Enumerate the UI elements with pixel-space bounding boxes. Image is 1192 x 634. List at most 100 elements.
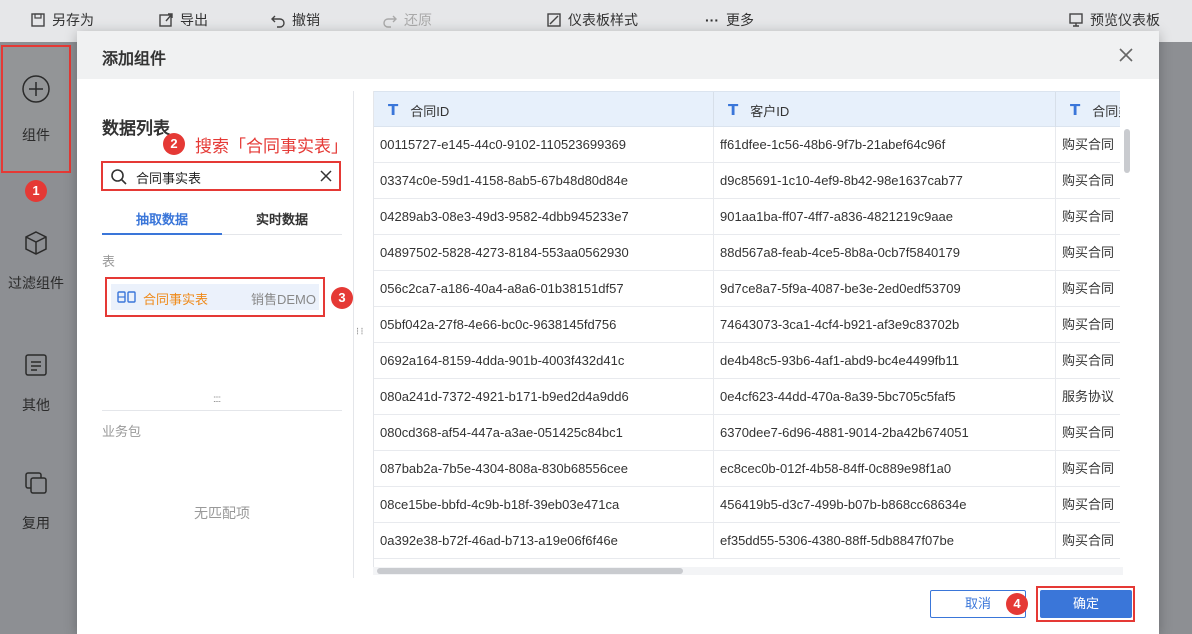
export-button[interactable]: 导出: [158, 9, 208, 31]
table-cell: 服务协议: [1056, 379, 1120, 415]
table-cell: 080cd368-af54-447a-a3ae-051425c84bc1: [374, 415, 714, 451]
dialog-header: 添加组件: [77, 31, 1159, 79]
palette-icon: [546, 12, 562, 28]
section-package-label: 业务包: [102, 424, 142, 439]
step-2-annotation: 搜索「合同事实表」: [195, 137, 348, 156]
text-type-icon: T: [388, 101, 399, 119]
ellipsis-icon: ···: [705, 12, 719, 28]
confirm-button[interactable]: 确定: [1040, 590, 1132, 618]
dashboard-style-button[interactable]: 仪表板样式: [546, 9, 638, 31]
table-cell: 购买合同: [1056, 307, 1120, 343]
table-row[interactable]: 03374c0e-59d1-4158-8ab5-67b48d80d84e d9c8…: [374, 163, 1120, 199]
data-source-tabs: 抽取数据 实时数据: [102, 203, 342, 235]
table-row[interactable]: 087bab2a-7b5e-4304-808a-830b68556cee ec8c…: [374, 451, 1120, 487]
save-as-label: 另存为: [52, 12, 94, 28]
table-cell: 087bab2a-7b5e-4304-808a-830b68556cee: [374, 451, 714, 487]
table-row[interactable]: 080cd368-af54-447a-a3ae-051425c84bc1 6370…: [374, 415, 1120, 451]
table-cell: 购买合同: [1056, 523, 1120, 559]
table-row[interactable]: 04289ab3-08e3-49d3-9582-4dbb945233e7 901a…: [374, 199, 1120, 235]
dashboard-style-label: 仪表板样式: [568, 12, 638, 28]
clear-search-icon[interactable]: [319, 169, 333, 186]
table-cell: ff61dfee-1c56-48b6-9f7b-21abef64c96f: [714, 127, 1056, 163]
table-cell: 080a241d-7372-4921-b171-b9ed2d4a9dd6: [374, 379, 714, 415]
table-cell: 88d567a8-feab-4ce5-8b8a-0cb7f5840179: [714, 235, 1056, 271]
table-cell: ef35dd55-5306-4380-88ff-5db8847f07be: [714, 523, 1056, 559]
step-badge-4: 4: [1006, 593, 1028, 615]
table-row[interactable]: 056c2ca7-a186-40a4-a8a6-01b38151df57 9d7c…: [374, 271, 1120, 307]
export-icon: [158, 12, 174, 28]
list-item[interactable]: 合同事实表 销售DEMO: [111, 284, 319, 310]
table-cell: 购买合同: [1056, 127, 1120, 163]
add-component-dialog: 添加组件 数据列表 合同事实表 抽取数据 实时数据 表 合同事实表 销售DEMO…: [77, 31, 1159, 634]
table-cell: 0e4cf623-44dd-470a-8a39-5bc705c5faf5: [714, 379, 1056, 415]
table-cell: 08ce15be-bbfd-4c9b-b18f-39eb03e471ca: [374, 487, 714, 523]
more-button[interactable]: ··· 更多: [704, 9, 754, 31]
sidebar-item-label: 组件: [22, 126, 50, 143]
table-row[interactable]: 0a392e38-b72f-46ad-b713-a19e06f6f46e ef35…: [374, 523, 1120, 559]
table-cell: 04897502-5828-4273-8184-553aa0562930: [374, 235, 714, 271]
document-icon: [23, 352, 49, 381]
step-badge-1: 1: [25, 180, 47, 202]
table-row[interactable]: 080a241d-7372-4921-b171-b9ed2d4a9dd6 0e4c…: [374, 379, 1120, 415]
table-row[interactable]: 0692a164-8159-4dda-901b-4003f432d41c de4b…: [374, 343, 1120, 379]
table-cell: 04289ab3-08e3-49d3-9582-4dbb945233e7: [374, 199, 714, 235]
left-sidebar: 组件 过滤组件 其他 复用: [0, 42, 72, 634]
close-icon[interactable]: [1117, 46, 1135, 64]
column-header-label: 合同ID: [410, 103, 450, 119]
column-header[interactable]: T 合同类型: [1056, 92, 1120, 128]
more-label: 更多: [726, 12, 754, 28]
active-tab-indicator: [102, 233, 222, 235]
db-table-icon: [117, 289, 137, 308]
table-header: T 合同ID T 客户ID T 合同类型: [374, 91, 1120, 128]
tab-realtime-data[interactable]: 实时数据: [222, 209, 342, 228]
sidebar-item-other[interactable]: 其他: [0, 352, 72, 415]
sidebar-item-filter[interactable]: 过滤组件: [0, 230, 72, 293]
section-divider: [102, 410, 342, 411]
tab-extract-data[interactable]: 抽取数据: [102, 209, 222, 228]
preview-label: 预览仪表板: [1090, 12, 1160, 28]
sidebar-item-reuse[interactable]: 复用: [0, 470, 72, 533]
column-header-label: 客户ID: [750, 103, 790, 119]
table-row[interactable]: 04897502-5828-4273-8184-553aa0562930 88d5…: [374, 235, 1120, 271]
vertical-scrollbar[interactable]: [1123, 127, 1131, 567]
undo-label: 撤销: [292, 12, 320, 28]
table-item-highlight: 合同事实表 销售DEMO: [105, 277, 325, 317]
panel-splitter[interactable]: [353, 91, 354, 578]
table-cell: 456419b5-d3c7-499b-b07b-b868cc68634e: [714, 487, 1056, 523]
splitter-handle-icon[interactable]: ::::: [354, 327, 365, 334]
copy-icon: [23, 470, 49, 499]
text-type-icon: T: [1070, 101, 1081, 119]
table-cell: de4b48c5-93b6-4af1-abd9-bc4e4499fb11: [714, 343, 1056, 379]
preview-dashboard-button[interactable]: 预览仪表板: [1068, 9, 1160, 31]
monitor-icon: [1068, 12, 1084, 28]
horizontal-scrollbar[interactable]: [373, 567, 1123, 575]
table-cell: 05bf042a-27f8-4e66-bc0c-9638145fd756: [374, 307, 714, 343]
redo-button[interactable]: 还原: [382, 9, 432, 31]
table-cell: 901aa1ba-ff07-4ff7-a836-4821219c9aae: [714, 199, 1056, 235]
undo-icon: [270, 12, 286, 28]
plus-circle-icon: [21, 74, 51, 107]
data-list-title: 数据列表: [102, 119, 170, 138]
table-row[interactable]: 00115727-e145-44c0-9102-110523699369 ff61…: [374, 127, 1120, 163]
table-cell: ec8cec0b-012f-4b58-84ff-0c889e98f1a0: [714, 451, 1056, 487]
table-row[interactable]: 08ce15be-bbfd-4c9b-b18f-39eb03e471ca 4564…: [374, 487, 1120, 523]
column-header-label: 合同类型: [1092, 103, 1120, 119]
column-header[interactable]: T 客户ID: [714, 92, 1056, 128]
scrollbar-thumb[interactable]: [377, 568, 683, 574]
table-cell: 9d7ce8a7-5f9a-4087-be3e-2ed0edf53709: [714, 271, 1056, 307]
step-badge-3: 3: [331, 287, 353, 309]
section-table-label: 表: [102, 254, 116, 269]
sidebar-item-component[interactable]: 组件: [1, 45, 71, 173]
search-input[interactable]: 合同事实表: [101, 161, 341, 191]
save-as-button[interactable]: 另存为: [30, 9, 94, 31]
table-cell: 购买合同: [1056, 199, 1120, 235]
column-header[interactable]: T 合同ID: [374, 92, 714, 128]
table-cell: 购买合同: [1056, 235, 1120, 271]
undo-button[interactable]: 撤销: [270, 9, 320, 31]
resize-handle-icon[interactable]: ::::: [213, 395, 221, 405]
table-cell: 03374c0e-59d1-4158-8ab5-67b48d80d84e: [374, 163, 714, 199]
scrollbar-thumb[interactable]: [1124, 129, 1130, 173]
table-row[interactable]: 05bf042a-27f8-4e66-bc0c-9638145fd756 7464…: [374, 307, 1120, 343]
table-cell: 购买合同: [1056, 343, 1120, 379]
table-source: 销售DEMO: [251, 292, 317, 307]
